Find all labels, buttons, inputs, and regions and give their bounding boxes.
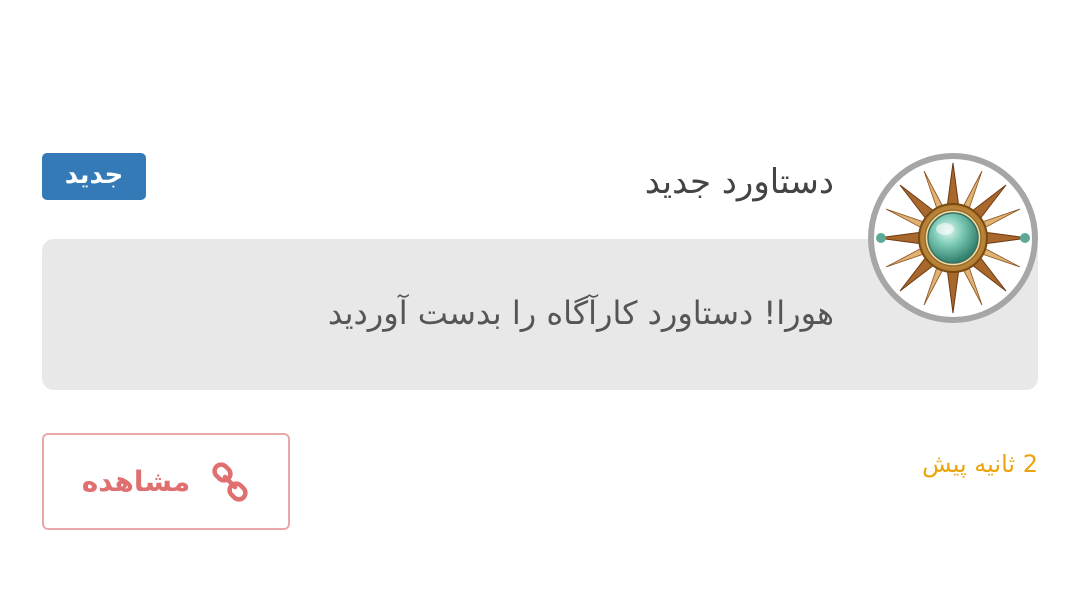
new-badge: جدید: [42, 153, 146, 200]
view-button-label: مشاهده: [81, 464, 191, 498]
timestamp: 2 ثانیه پیش: [922, 450, 1038, 478]
notification-card: جدید دستاورد جدید هورا! دستاورد کارآگاه …: [0, 0, 1080, 598]
medal-icon: [868, 153, 1038, 323]
notification-title: دستاورد جدید: [644, 162, 834, 202]
view-button[interactable]: مشاهده: [42, 433, 290, 530]
notification-message: هورا! دستاورد کارآگاه را بدست آوردید: [327, 294, 834, 332]
link-icon: [210, 461, 250, 502]
